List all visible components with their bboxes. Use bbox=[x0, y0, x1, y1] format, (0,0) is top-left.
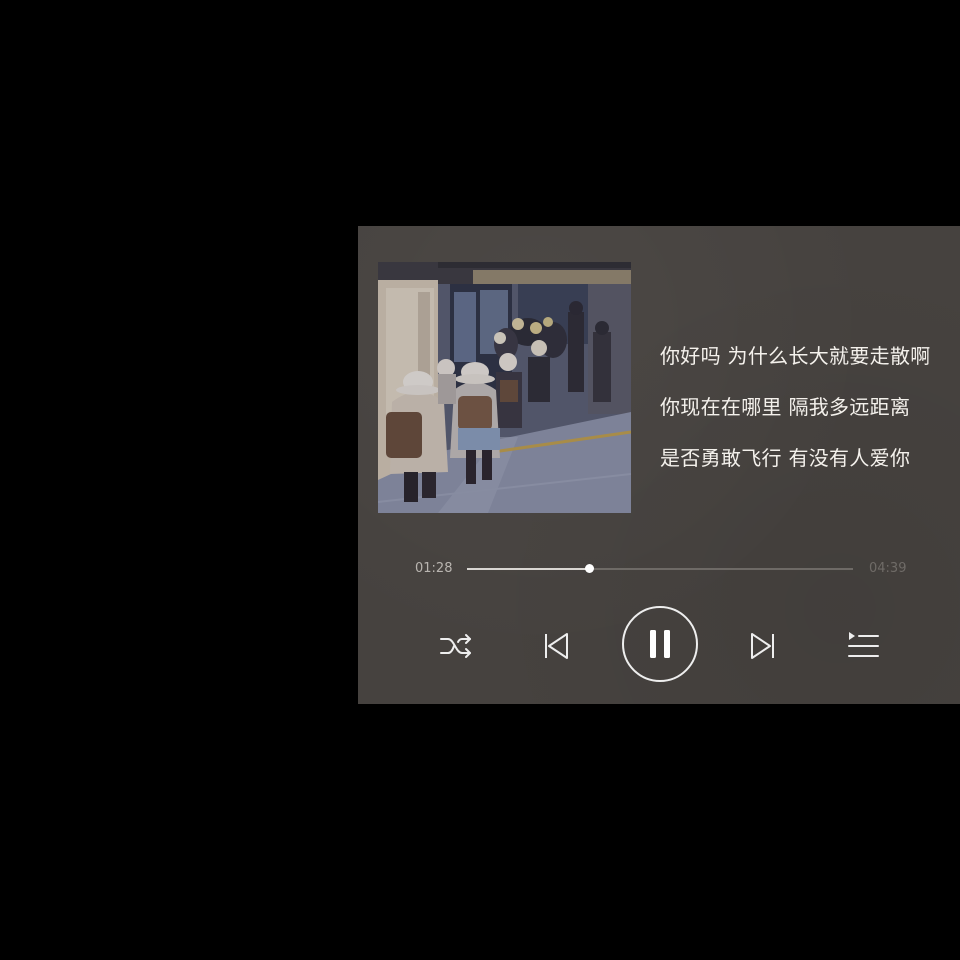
skip-next-icon bbox=[748, 631, 778, 665]
album-art[interactable] bbox=[378, 262, 631, 513]
playlist-icon bbox=[846, 630, 880, 666]
pause-button[interactable] bbox=[621, 605, 699, 687]
music-player-card: 你好吗 为什么长大就要走散啊 你现在在哪里 隔我多远距离 是否勇敢飞行 有没有人… bbox=[358, 226, 960, 704]
progress-bar[interactable] bbox=[467, 564, 853, 573]
total-time: 04:39 bbox=[869, 561, 907, 576]
previous-button[interactable] bbox=[536, 628, 576, 668]
elapsed-time: 01:28 bbox=[415, 561, 453, 576]
lyric-line-1: 你好吗 为什么长大就要走散啊 bbox=[660, 344, 931, 368]
shuffle-button[interactable] bbox=[436, 628, 476, 668]
progress-fill bbox=[467, 568, 589, 570]
screen-background: 你好吗 为什么长大就要走散啊 你现在在哪里 隔我多远距离 是否勇敢飞行 有没有人… bbox=[0, 0, 960, 960]
playlist-button[interactable] bbox=[842, 628, 884, 668]
lyrics-panel: 你好吗 为什么长大就要走散啊 你现在在哪里 隔我多远距离 是否勇敢飞行 有没有人… bbox=[660, 343, 960, 496]
lyric-line-2: 你现在在哪里 隔我多远距离 bbox=[660, 395, 911, 419]
shuffle-icon bbox=[438, 631, 474, 665]
lyric-line-3: 是否勇敢飞行 有没有人爱你 bbox=[660, 446, 911, 470]
skip-previous-icon bbox=[541, 631, 571, 665]
pause-icon bbox=[621, 605, 699, 687]
next-button[interactable] bbox=[743, 628, 783, 668]
progress-knob[interactable] bbox=[584, 564, 594, 573]
